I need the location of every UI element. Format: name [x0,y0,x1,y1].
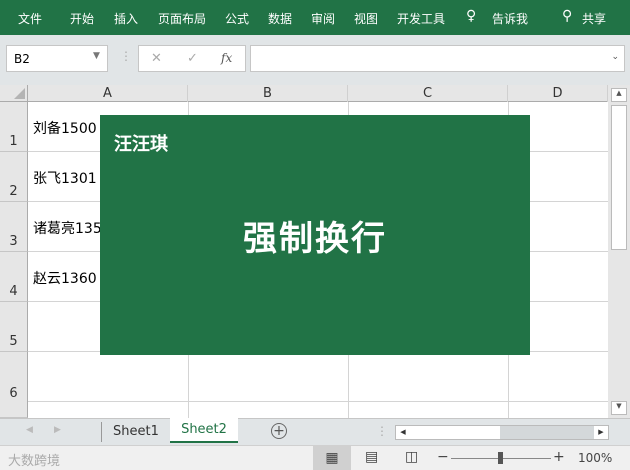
select-all-icon [14,88,25,99]
page-break-view-icon[interactable]: ◫ [405,449,418,465]
horizontal-scroll-thumb[interactable] [410,426,500,439]
column-header-a[interactable]: A [28,85,188,102]
row-header-3[interactable]: 3 [0,202,28,252]
menu-file[interactable]: 文件 [18,10,42,27]
horizontal-scrollbar[interactable]: ◀ ▶ [395,425,609,440]
sheet-tab-bar: ◀ ▶ Sheet1 Sheet2 + ⋮ ◀ ▶ [0,418,630,445]
scroll-up-icon[interactable]: ▲ [611,88,627,102]
cancel-icon[interactable]: ✕ [151,51,162,66]
zoom-out-button[interactable]: − [437,449,449,465]
select-all-button[interactable] [0,85,28,102]
row-number: 2 [9,184,18,199]
zoom-in-button[interactable]: + [553,449,565,465]
menu-developer[interactable]: 开发工具 [397,10,445,27]
column-header-row: A B C D [0,85,608,102]
add-sheet-icon[interactable]: + [271,423,287,439]
menu-view[interactable]: 视图 [354,10,378,27]
tell-me-button[interactable]: 告诉我 [492,10,528,27]
cell-a1[interactable]: 刘备1500 [33,118,97,138]
formula-buttons: ✕ ✓ fx [138,45,246,72]
row-number: 6 [9,386,18,401]
title-overlay: 汪汪琪 强制换行 [100,115,530,355]
row-number: 4 [9,284,18,299]
column-header-c[interactable]: C [348,85,508,102]
expand-formula-icon[interactable]: ⌄ [611,52,619,62]
lightbulb-icon[interactable]: ♀ [466,8,476,24]
scroll-right-icon[interactable]: ▶ [594,426,608,439]
zoom-level[interactable]: 100% [578,451,612,465]
prev-sheet-icon[interactable]: ◀ [26,425,33,435]
row-header-6[interactable]: 6 [0,352,28,418]
column-header-b[interactable]: B [188,85,348,102]
cell-a2[interactable]: 张飞1301 [33,168,97,188]
row-header-2[interactable]: 2 [0,152,28,202]
scroll-down-icon[interactable]: ▼ [611,401,627,415]
chevron-down-icon[interactable]: ▼ [93,51,100,61]
row-number: 3 [9,234,18,249]
menu-insert[interactable]: 插入 [114,10,138,27]
row-header-1[interactable]: 1 [0,102,28,152]
overlay-title: 强制换行 [243,219,387,259]
status-bar: 大数跨境 ▦ ▤ ◫ − + 100% [0,445,630,470]
divider [101,422,102,442]
vertical-scroll-thumb[interactable] [611,105,627,250]
zoom-slider-thumb[interactable] [498,452,503,464]
name-box-value: B2 [14,52,30,66]
drag-handle-icon[interactable]: ⋮ [120,49,132,63]
scroll-left-icon[interactable]: ◀ [396,426,410,439]
row-header-4[interactable]: 4 [0,252,28,302]
cell-a4[interactable]: 赵云1360 [33,268,97,288]
page-layout-view-icon[interactable]: ▤ [365,449,378,465]
enter-icon[interactable]: ✓ [187,51,198,66]
user-icon[interactable]: ⚲ [562,8,572,24]
column-header-d[interactable]: D [508,85,608,102]
vertical-scrollbar[interactable]: ▲ ▼ [608,85,630,418]
sheet-tab-sheet2[interactable]: Sheet2 [170,418,238,443]
share-button[interactable]: 共享 [582,10,606,27]
insert-function-icon[interactable]: fx [221,51,232,65]
formula-bar-area: B2 ▼ ⋮ ✕ ✓ fx ⌄ [0,35,630,85]
author-label: 汪汪琪 [114,134,168,155]
watermark-logo: 大数跨境 [8,454,61,469]
formula-input[interactable]: ⌄ [250,45,625,72]
sheet-tab-sheet1[interactable]: Sheet1 [113,424,159,439]
menu-formulas[interactable]: 公式 [225,10,249,27]
menu-review[interactable]: 审阅 [311,10,335,27]
cell-a3[interactable]: 诸葛亮135 [33,218,102,238]
next-sheet-icon[interactable]: ▶ [54,425,61,435]
row-number: 5 [9,334,18,349]
menu-page-layout[interactable]: 页面布局 [158,10,206,27]
row-number: 1 [9,134,18,149]
menu-home[interactable]: 开始 [70,10,94,27]
name-box[interactable]: B2 ▼ [6,45,108,72]
menu-data[interactable]: 数据 [268,10,292,27]
split-handle-icon[interactable]: ⋮ [376,424,388,438]
normal-view-icon[interactable]: ▦ [313,446,351,470]
row-header-5[interactable]: 5 [0,302,28,352]
grid-line [28,401,608,402]
ribbon-menu-bar: 文件 开始 插入 页面布局 公式 数据 审阅 视图 开发工具 ♀ 告诉我 ⚲ 共… [0,0,630,35]
